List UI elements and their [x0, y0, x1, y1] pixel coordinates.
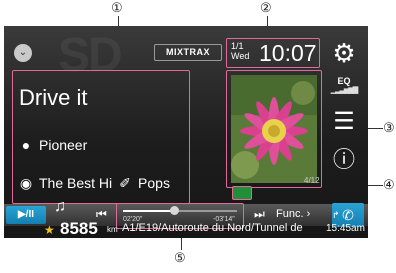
- gear-icon: ⚙: [332, 38, 356, 68]
- seek-track[interactable]: [123, 206, 237, 215]
- clock-date-day: 1/1: [231, 41, 244, 51]
- artist-row: ● Pioneer: [19, 137, 88, 153]
- album-name: The Best Hi: [39, 175, 113, 191]
- callout-4: ④: [383, 177, 395, 192]
- collapse-chevron-button[interactable]: ⌄: [14, 44, 32, 62]
- settings-button[interactable]: ⚙: [326, 38, 362, 68]
- next-icon: ⏭: [254, 207, 265, 221]
- list-button[interactable]: ☰: [326, 110, 362, 134]
- next-track-button[interactable]: ⏭: [254, 207, 265, 222]
- nav-road-name: A1/E19/Autoroute du Nord/Tunnel de: [122, 222, 303, 234]
- function-label: Func.: [276, 208, 304, 220]
- mixtrax-button[interactable]: MIXTRAX: [154, 44, 222, 61]
- album-row: ◉ The Best Hi ✐ Pops: [19, 175, 170, 192]
- disc-icon: ◉: [19, 175, 33, 191]
- clock-time: 10:07: [259, 40, 317, 66]
- genre-name: Pops: [138, 175, 170, 191]
- music-source-icon[interactable]: ♫: [54, 198, 66, 216]
- star-icon: ★: [44, 223, 55, 237]
- chevron-down-icon: ⌄: [18, 47, 28, 58]
- head-unit-screen: SD ⌄ MIXTRAX 1/1 Wed 10:07 Drive it ● Pio…: [4, 26, 368, 238]
- chevron-right-icon: ›: [306, 208, 311, 220]
- turn-arrow-icon: ↱: [332, 210, 340, 220]
- equalizer-bars-icon: ▁▂▃▅▆▇: [330, 87, 358, 94]
- function-button[interactable]: Func. ›: [276, 208, 310, 220]
- callout-1: ①: [111, 0, 123, 15]
- flower-artwork-image: [231, 75, 317, 183]
- callout-2: ②: [260, 0, 272, 15]
- song-info-panel[interactable]: Drive it ● Pioneer ◉ The Best Hi ✐ Pops: [12, 70, 190, 204]
- song-title: Drive it: [19, 85, 88, 110]
- nav-arrival-time: 15:45am: [326, 223, 365, 234]
- album-artwork[interactable]: [226, 70, 322, 188]
- info-icon: ⓘ: [332, 147, 355, 172]
- clock-date: 1/1 Wed: [231, 41, 249, 61]
- nav-distance: 8585: [60, 219, 98, 238]
- eq-button[interactable]: EQ ▁▂▃▅▆▇: [326, 76, 362, 94]
- eq-label: EQ: [337, 76, 351, 86]
- clock-weekday: Wed: [231, 51, 250, 61]
- seek-knob[interactable]: [170, 206, 180, 215]
- callout-3: ③: [383, 120, 395, 135]
- play-pause-button[interactable]: ▶/II: [6, 206, 46, 224]
- nav-distance-unit: km: [107, 225, 118, 234]
- navigation-info-bar[interactable]: ★ 8585 km A1/E19/Autoroute du Nord/Tunne…: [4, 210, 368, 238]
- info-button[interactable]: ⓘ: [326, 148, 362, 172]
- seek-progress-fill: [123, 210, 175, 212]
- clock-display[interactable]: 1/1 Wed 10:07: [226, 38, 320, 68]
- callout-5: ⑤: [174, 250, 186, 265]
- person-icon: ●: [21, 137, 31, 153]
- guitar-icon: ✐: [119, 175, 131, 191]
- phone-icon: ✆: [342, 207, 354, 223]
- track-counter: 4/12: [304, 176, 320, 185]
- artist-name: Pioneer: [39, 137, 88, 153]
- list-icon: ☰: [333, 108, 355, 135]
- repeat-icon[interactable]: [232, 186, 252, 200]
